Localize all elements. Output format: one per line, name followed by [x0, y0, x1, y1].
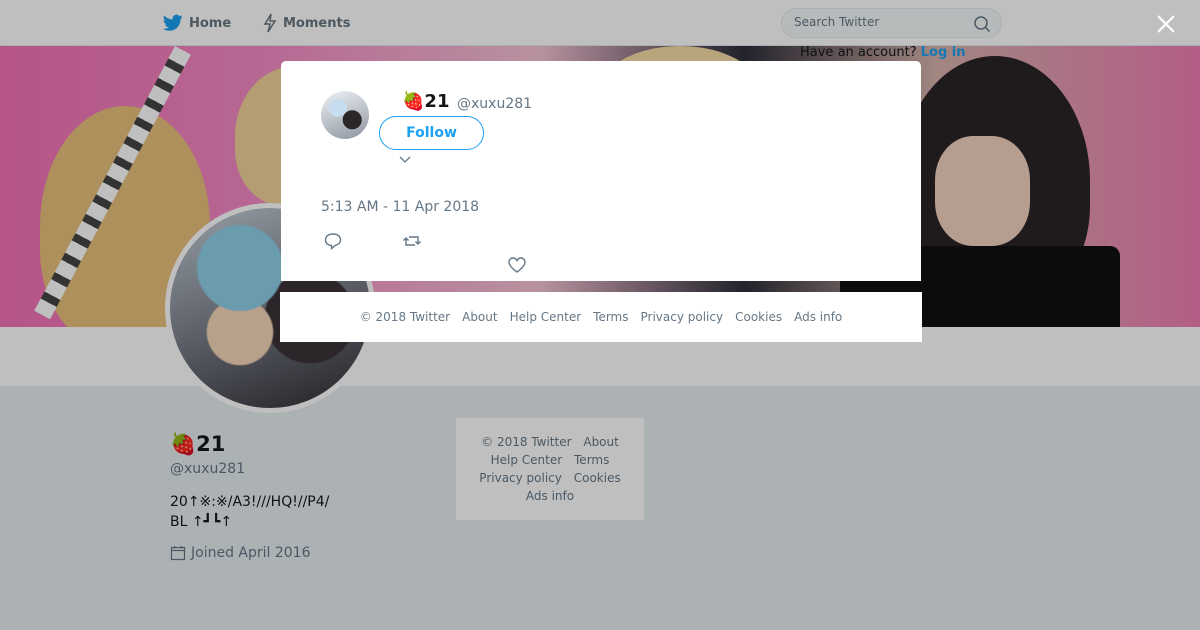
chevron-down-icon[interactable]	[399, 156, 411, 164]
heart-icon[interactable]	[507, 255, 527, 275]
tweet-author-handle[interactable]: @xuxu281	[457, 96, 532, 112]
reply-icon[interactable]	[323, 231, 343, 251]
tweet-avatar[interactable]	[321, 91, 369, 139]
footer-privacy-link[interactable]: Privacy policy	[641, 310, 724, 324]
footer-ads-link[interactable]: Ads info	[794, 310, 842, 324]
footer-cookies-link[interactable]: Cookies	[735, 310, 782, 324]
tweet-timestamp[interactable]: 5:13 AM - 11 Apr 2018	[321, 199, 479, 215]
retweet-icon[interactable]	[402, 231, 422, 251]
tweet-author-name-text: 21	[424, 91, 450, 112]
close-icon[interactable]	[1154, 12, 1178, 36]
follow-button[interactable]: Follow	[379, 116, 484, 150]
footer-about-link[interactable]: About	[462, 310, 497, 324]
footer-terms-link[interactable]: Terms	[593, 310, 628, 324]
tweet-modal: 🍓 21 @xuxu281 Follow 5:13 AM - 11 Apr 201…	[281, 61, 921, 281]
footer-copyright: © 2018 Twitter	[359, 310, 451, 324]
strawberry-emoji: 🍓	[402, 91, 425, 112]
tweet-author-name[interactable]: 🍓 21	[402, 91, 449, 112]
footer-help-link[interactable]: Help Center	[510, 310, 582, 324]
modal-footer: © 2018 Twitter About Help Center Terms P…	[280, 292, 922, 342]
